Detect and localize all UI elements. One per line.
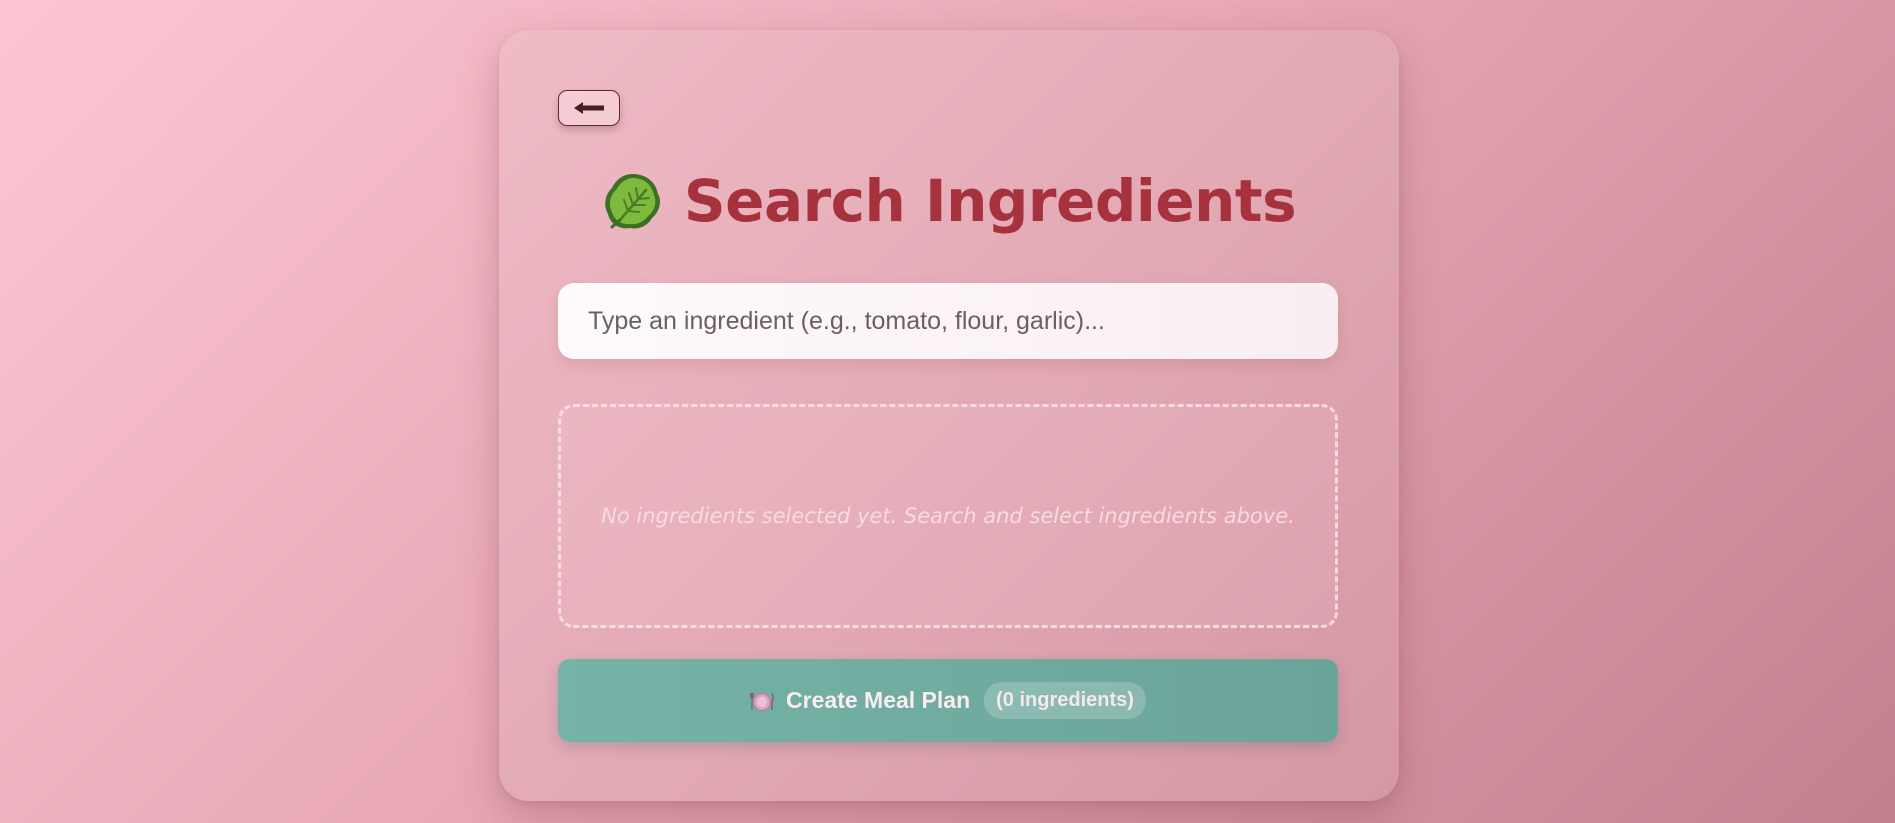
create-meal-plan-label: Create Meal Plan	[786, 687, 971, 713]
ingredient-count-badge: (0 ingredients)	[984, 682, 1146, 719]
ingredient-search-input[interactable]	[558, 283, 1338, 359]
search-box	[558, 283, 1338, 359]
plate-icon	[750, 690, 774, 712]
back-button[interactable]	[558, 90, 620, 126]
arrow-left-icon	[573, 101, 605, 115]
search-card: Search Ingredients No ingredients select…	[499, 30, 1399, 801]
leafy-green-icon	[602, 170, 664, 232]
empty-state-message: No ingredients selected yet. Search and …	[601, 504, 1295, 528]
create-meal-plan-button[interactable]: Create Meal Plan (0 ingredients)	[558, 659, 1338, 742]
page-title: Search Ingredients	[683, 167, 1297, 235]
title-row: Search Ingredients	[499, 158, 1399, 244]
selected-ingredients-panel: No ingredients selected yet. Search and …	[558, 404, 1338, 628]
